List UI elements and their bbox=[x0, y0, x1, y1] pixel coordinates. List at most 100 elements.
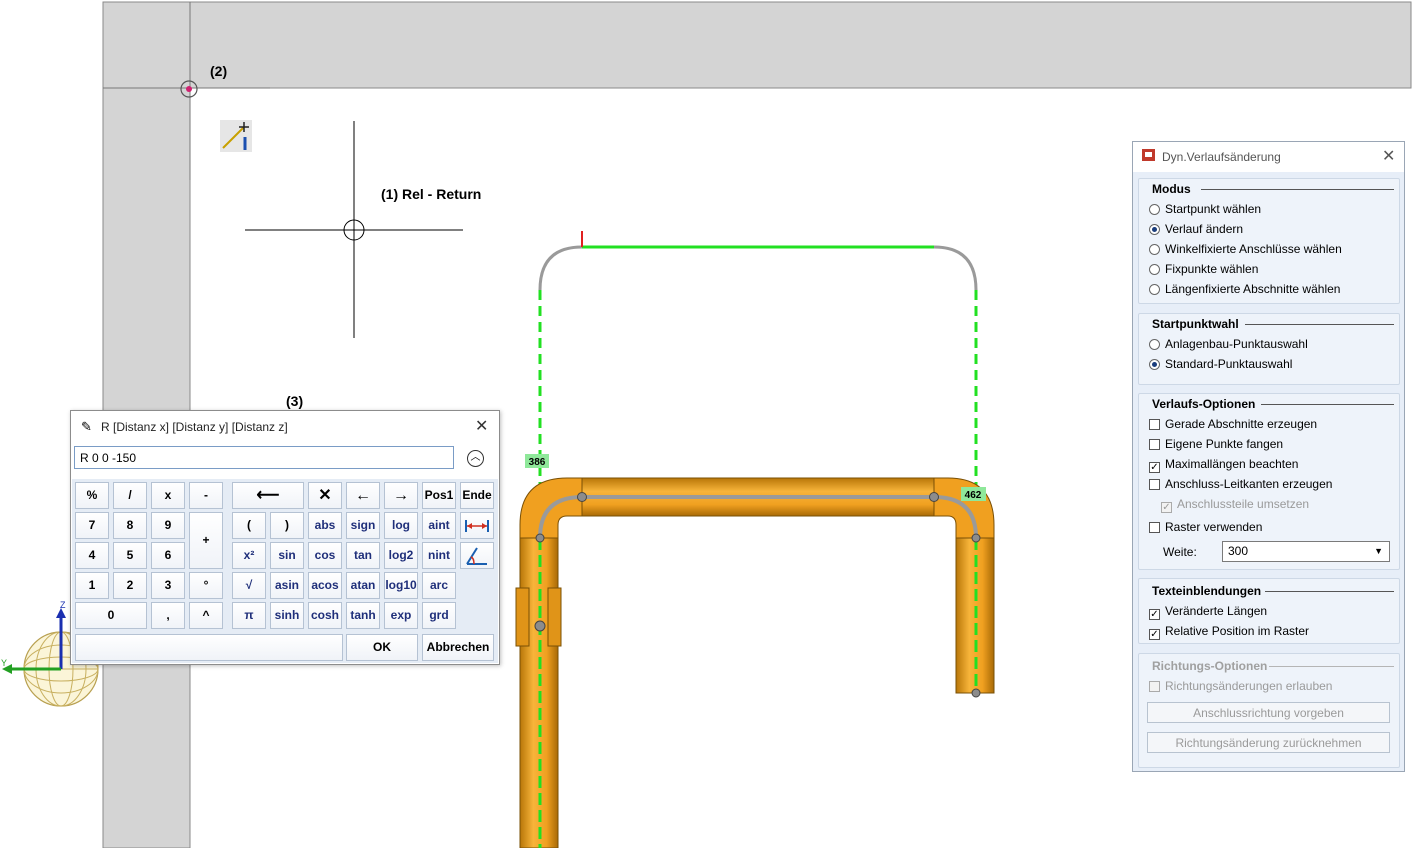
divider bbox=[1265, 591, 1394, 592]
checkmark-icon: ✓ bbox=[1149, 629, 1160, 640]
key-minus[interactable]: - bbox=[189, 482, 223, 509]
key-comma[interactable]: , bbox=[151, 602, 185, 629]
checkbox-raster[interactable]: Raster verwenden bbox=[1149, 520, 1262, 534]
key-end[interactable]: Ende bbox=[460, 482, 494, 509]
radio-label: Fixpunkte wählen bbox=[1165, 262, 1259, 276]
key-1[interactable]: 1 bbox=[75, 572, 109, 599]
key-3[interactable]: 3 bbox=[151, 572, 185, 599]
radio-winkelfixiert[interactable]: Winkelfixierte Anschlüsse wählen bbox=[1149, 242, 1342, 256]
key-log[interactable]: log bbox=[384, 512, 418, 539]
checkbox-label: Gerade Abschnitte erzeugen bbox=[1165, 417, 1318, 431]
weite-select[interactable]: 300 ▼ bbox=[1222, 541, 1390, 562]
key-2[interactable]: 2 bbox=[113, 572, 147, 599]
key-4[interactable]: 4 bbox=[75, 542, 109, 569]
radio-label: Winkelfixierte Anschlüsse wählen bbox=[1165, 242, 1342, 256]
key-acos[interactable]: acos bbox=[308, 572, 342, 599]
key-divide[interactable]: / bbox=[113, 482, 147, 509]
calculator-titlebar[interactable]: ✎ R [Distanz x] [Distanz y] [Distanz z] … bbox=[71, 411, 499, 441]
key-sqrt[interactable]: √ bbox=[232, 572, 266, 599]
key-asin[interactable]: asin bbox=[270, 572, 304, 599]
radio-label: Verlauf ändern bbox=[1165, 222, 1244, 236]
divider bbox=[1245, 324, 1394, 325]
axis-label-y: Y bbox=[1, 658, 7, 668]
key-0[interactable]: 0 bbox=[75, 602, 147, 629]
pipe-run[interactable] bbox=[515, 477, 995, 848]
weite-label: Weite: bbox=[1163, 545, 1197, 559]
key-5[interactable]: 5 bbox=[113, 542, 147, 569]
key-nint[interactable]: nint bbox=[422, 542, 456, 569]
svg-text:462: 462 bbox=[965, 490, 982, 501]
key-percent[interactable]: % bbox=[75, 482, 109, 509]
panel-title: Dyn.Verlaufsänderung bbox=[1162, 150, 1281, 164]
checkbox-gerade[interactable]: Gerade Abschnitte erzeugen bbox=[1149, 417, 1317, 431]
chevron-up-icon[interactable]: ︿ bbox=[467, 450, 484, 467]
checkbox-veraenderte[interactable]: ✓ Veränderte Längen bbox=[1149, 604, 1267, 620]
key-pos1[interactable]: Pos1 bbox=[422, 482, 456, 509]
key-rparen[interactable]: ) bbox=[270, 512, 304, 539]
key-log2[interactable]: log2 bbox=[384, 542, 418, 569]
key-atan[interactable]: atan bbox=[346, 572, 380, 599]
empty-key bbox=[75, 634, 343, 661]
key-tanh[interactable]: tanh bbox=[346, 602, 380, 629]
cancel-button[interactable]: Abbrechen bbox=[422, 634, 494, 661]
checkbox-label: Anschluss-Leitkanten erzeugen bbox=[1165, 477, 1333, 491]
radio-startpunkt[interactable]: Startpunkt wählen bbox=[1149, 202, 1261, 216]
key-grd[interactable]: grd bbox=[422, 602, 456, 629]
checkbox-maximal[interactable]: ✓ Maximallängen beachten bbox=[1149, 457, 1298, 473]
key-multiply[interactable]: x bbox=[151, 482, 185, 509]
radio-anlagenbau[interactable]: Anlagenbau-Punktauswahl bbox=[1149, 337, 1308, 351]
measure-angle-icon[interactable] bbox=[460, 542, 494, 569]
radio-laengenfixiert[interactable]: Längenfixierte Abschnitte wählen bbox=[1149, 282, 1340, 296]
radio-standard[interactable]: Standard-Punktauswahl bbox=[1149, 357, 1292, 371]
key-square[interactable]: x² bbox=[232, 542, 266, 569]
key-tan[interactable]: tan bbox=[346, 542, 380, 569]
key-log10[interactable]: log10 bbox=[384, 572, 418, 599]
key-cos[interactable]: cos bbox=[308, 542, 342, 569]
key-exp[interactable]: exp bbox=[384, 602, 418, 629]
radio-verlauf[interactable]: Verlauf ändern bbox=[1149, 222, 1243, 236]
app-icon bbox=[1142, 149, 1155, 161]
checkbox-label: Relative Position im Raster bbox=[1165, 624, 1310, 638]
checkbox-label: Anschlussteile umsetzen bbox=[1177, 497, 1310, 511]
group-modus: Modus Startpunkt wählen Verlauf ändern W… bbox=[1138, 178, 1400, 304]
key-arc[interactable]: arc bbox=[422, 572, 456, 599]
key-aint[interactable]: aint bbox=[422, 512, 456, 539]
radio-fixpunkte[interactable]: Fixpunkte wählen bbox=[1149, 262, 1258, 276]
key-cosh[interactable]: cosh bbox=[308, 602, 342, 629]
calculator-input[interactable] bbox=[74, 446, 454, 469]
key-cursor-right[interactable]: → bbox=[384, 482, 418, 509]
ok-button[interactable]: OK bbox=[346, 634, 418, 661]
key-sin[interactable]: sin bbox=[270, 542, 304, 569]
key-sinh[interactable]: sinh bbox=[270, 602, 304, 629]
key-plus[interactable]: + bbox=[189, 512, 223, 569]
checkbox-relative[interactable]: ✓ Relative Position im Raster bbox=[1149, 624, 1309, 640]
key-backspace[interactable]: ⟵ bbox=[232, 482, 304, 509]
checkbox-eigene[interactable]: Eigene Punkte fangen bbox=[1149, 437, 1283, 451]
key-degree[interactable]: ° bbox=[189, 572, 223, 599]
radio-selected-icon bbox=[1149, 359, 1160, 370]
key-7[interactable]: 7 bbox=[75, 512, 109, 539]
key-sign[interactable]: sign bbox=[346, 512, 380, 539]
key-8[interactable]: 8 bbox=[113, 512, 147, 539]
panel-titlebar[interactable]: Dyn.Verlaufsänderung ✕ bbox=[1133, 142, 1404, 172]
key-pi[interactable]: π bbox=[232, 602, 266, 629]
measure-distance-icon[interactable] bbox=[460, 512, 494, 539]
key-9[interactable]: 9 bbox=[151, 512, 185, 539]
checkbox-anschluss[interactable]: Anschluss-Leitkanten erzeugen bbox=[1149, 477, 1332, 491]
key-clear[interactable]: ✕ bbox=[308, 482, 342, 509]
radio-label: Startpunkt wählen bbox=[1165, 202, 1262, 216]
radio-icon bbox=[1149, 244, 1160, 255]
checkbox-icon bbox=[1149, 522, 1160, 533]
key-power[interactable]: ^ bbox=[189, 602, 223, 629]
key-6[interactable]: 6 bbox=[151, 542, 185, 569]
key-abs[interactable]: abs bbox=[308, 512, 342, 539]
close-icon[interactable]: ✕ bbox=[475, 416, 488, 436]
group-header-verlaufs-optionen: Verlaufs-Optionen bbox=[1152, 397, 1256, 411]
divider bbox=[1201, 189, 1394, 190]
line-tool-icon bbox=[220, 120, 252, 152]
key-lparen[interactable]: ( bbox=[232, 512, 266, 539]
annotation-label-1: (1) Rel - Return bbox=[381, 186, 482, 202]
close-icon[interactable]: ✕ bbox=[1382, 146, 1395, 166]
key-cursor-left[interactable]: ← bbox=[346, 482, 380, 509]
svg-text:386: 386 bbox=[529, 457, 546, 468]
